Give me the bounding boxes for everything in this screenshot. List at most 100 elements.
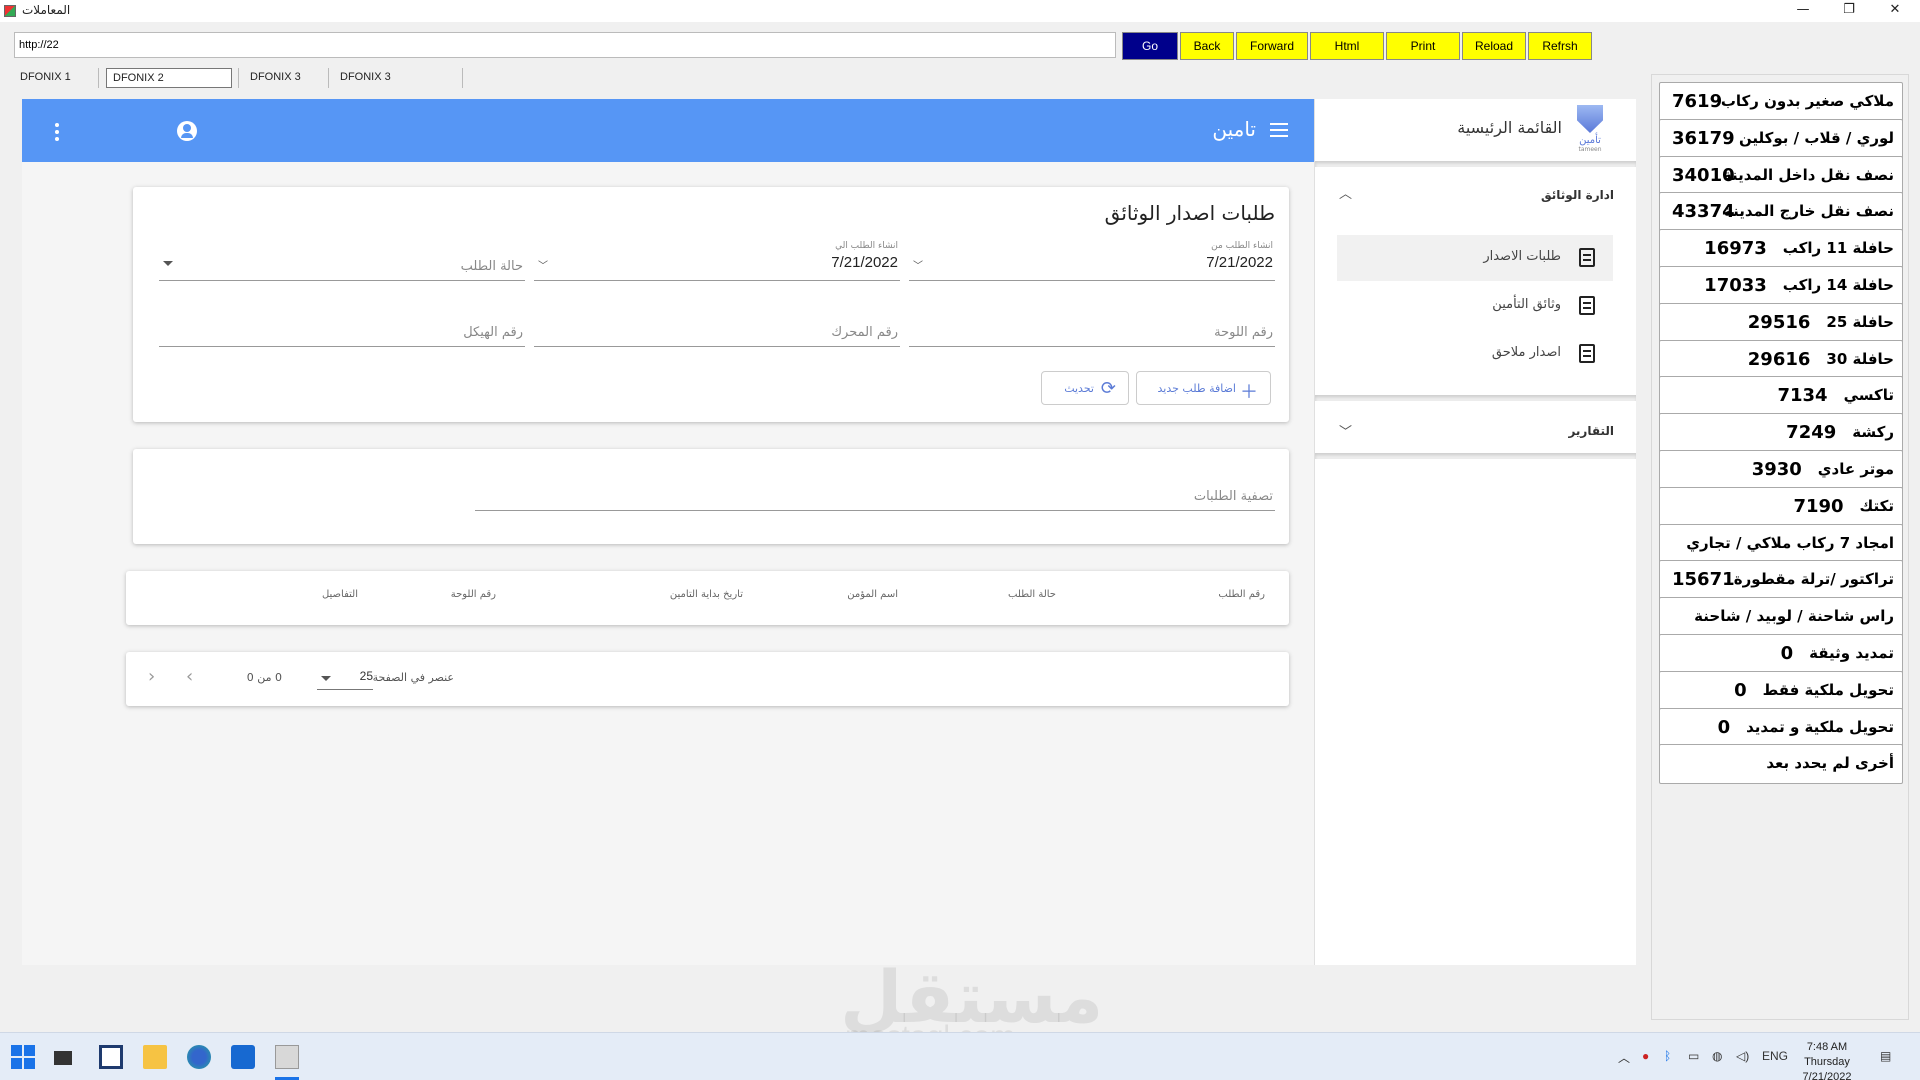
chevron-down-icon[interactable]: ﹀: [913, 257, 923, 272]
back-button[interactable]: Back: [1180, 32, 1234, 60]
vehicle-stat-row[interactable]: ملاكي صغير بدون ركاب 7619: [1659, 82, 1903, 122]
chevron-down-icon[interactable]: ﹀: [1339, 421, 1352, 440]
store-icon[interactable]: [231, 1045, 255, 1069]
nav-item-label: طلبات الاصدار: [1483, 249, 1561, 264]
print-button[interactable]: Print: [1386, 32, 1460, 60]
network-icon[interactable]: ◍: [1712, 1049, 1722, 1063]
date-from-field[interactable]: انشاء الطلب من 7/21/2022 ﹀: [909, 241, 1275, 281]
vehicle-stat-row[interactable]: حافلة 11 راكب 16973: [1659, 229, 1903, 270]
chassis-number-placeholder: رقم الهيكل: [463, 325, 523, 340]
file-explorer-icon[interactable]: [143, 1045, 167, 1069]
engine-number-input[interactable]: رقم المحرك: [534, 307, 900, 347]
search-icon[interactable]: [54, 1051, 72, 1065]
vehicle-stat-row[interactable]: حافلة 25 29516: [1659, 302, 1903, 343]
nav-item-endorsements[interactable]: اصدار ملاحق: [1337, 331, 1613, 377]
chevron-up-icon[interactable]: ︿: [1618, 1049, 1630, 1066]
vehicle-stat-row[interactable]: نصف نقل خارج المدينة 43374: [1659, 192, 1903, 233]
vehicle-stat-row[interactable]: راس شاحنة / لوبيد / شاحنة: [1659, 597, 1903, 638]
nav-item-issue-requests[interactable]: طلبات الاصدار: [1337, 235, 1613, 281]
url-input[interactable]: [14, 32, 1116, 58]
go-button[interactable]: Go: [1122, 32, 1178, 60]
tab-dfonix-1[interactable]: DFONIX 1: [14, 68, 98, 88]
forward-button[interactable]: Forward: [1236, 32, 1308, 60]
column-insurance-start-date[interactable]: تاريخ بداية التامين: [670, 589, 743, 600]
volume-icon[interactable]: ◁): [1736, 1049, 1749, 1063]
add-request-button[interactable]: ＋ اضافة طلب جديد: [1136, 371, 1271, 405]
html-button[interactable]: Html: [1310, 32, 1384, 60]
vehicle-stat-label: حافلة 30: [1826, 349, 1894, 368]
column-insured-name[interactable]: اسم المؤمن: [847, 589, 898, 600]
antivirus-icon[interactable]: ●: [1642, 1049, 1649, 1063]
clock[interactable]: 7:48 AM Thursday 7/21/2022: [1772, 1040, 1882, 1080]
date-to-field[interactable]: انشاء الطلب الي 7/21/2022 ﹀: [534, 241, 900, 281]
chassis-number-input[interactable]: رقم الهيكل: [159, 307, 525, 347]
vehicle-stat-row[interactable]: حافلة 14 راكب 17033: [1659, 266, 1903, 306]
section-reports[interactable]: التقارير: [1568, 424, 1614, 438]
tab-separator: [462, 68, 463, 88]
chevron-up-icon[interactable]: ︿: [1339, 183, 1352, 202]
status-select[interactable]: حالة الطلب: [159, 241, 525, 281]
vehicle-stat-row[interactable]: تكتك 7190: [1659, 486, 1903, 527]
column-plate-number[interactable]: رقم اللوحة: [451, 589, 496, 600]
vehicle-stat-count: 0: [1734, 679, 1747, 701]
column-details[interactable]: التفاصيل: [322, 589, 358, 600]
per-page-select[interactable]: 25: [317, 668, 373, 690]
previous-page-icon[interactable]: ‹: [148, 666, 155, 687]
vehicle-stat-count: 7190: [1793, 495, 1844, 517]
column-request-number[interactable]: رقم الطلب: [1218, 589, 1265, 600]
refresh-button[interactable]: Refrsh: [1528, 32, 1592, 60]
vehicle-stat-count: 29616: [1747, 348, 1811, 370]
vehicle-stat-row[interactable]: حافلة 30 29616: [1659, 339, 1903, 380]
refresh-list-button[interactable]: ⟳ تحديث: [1041, 371, 1129, 405]
task-view-icon[interactable]: [99, 1045, 123, 1069]
dropdown-arrow-icon[interactable]: [163, 261, 173, 266]
chevron-down-icon[interactable]: ﹀: [538, 257, 548, 272]
plate-number-input[interactable]: رقم اللوحة: [909, 307, 1275, 347]
vehicle-stat-count: 7249: [1786, 422, 1837, 444]
document-list-icon: [1579, 296, 1595, 315]
vehicle-stat-row[interactable]: تاكسي 7134: [1659, 376, 1903, 417]
tab-dfonix-3[interactable]: DFONIX 3: [244, 68, 328, 88]
app-header: تامين: [22, 99, 1314, 162]
vehicle-stat-row[interactable]: تمديد وثيقة 0: [1659, 634, 1903, 674]
vehicle-stat-row[interactable]: لوري / قلاب / بوكلين 36179: [1659, 118, 1903, 159]
filter-input[interactable]: تصفية الطلبات: [475, 471, 1275, 511]
vehicle-stat-row[interactable]: أخرى لم يحدد بعد: [1659, 744, 1903, 785]
notification-icon[interactable]: ▤: [1880, 1049, 1891, 1063]
vehicle-stat-row[interactable]: تحويل ملكية و تمديد 0: [1659, 707, 1903, 748]
minimize-button[interactable]: —: [1780, 0, 1826, 22]
battery-icon[interactable]: ▭: [1688, 1049, 1699, 1063]
app-taskbar-icon[interactable]: [275, 1045, 299, 1069]
account-icon[interactable]: [177, 121, 197, 141]
bluetooth-icon[interactable]: ᛒ: [1664, 1049, 1671, 1063]
vehicle-stat-row[interactable]: امجاد 7 ركاب ملاكي / تجاري: [1659, 523, 1903, 564]
vehicle-stat-count: 3930: [1751, 459, 1802, 480]
app-header-title: تامين: [1212, 117, 1256, 141]
side-divider: [1315, 453, 1636, 459]
vehicle-stat-row[interactable]: تحويل ملكية فقط 0: [1659, 670, 1903, 711]
windows-start-icon[interactable]: [11, 1045, 35, 1069]
next-page-icon[interactable]: ›: [186, 666, 193, 687]
date-from-label: انشاء الطلب من: [1211, 241, 1273, 251]
vehicle-stat-row[interactable]: موتر عادي 3930: [1659, 450, 1903, 490]
section-documents[interactable]: ادارة الوثائق: [1541, 188, 1614, 202]
tab-dfonix-2[interactable]: DFONIX 2: [106, 68, 232, 88]
column-request-status[interactable]: حالة الطلب: [1008, 589, 1056, 600]
add-request-label: اضافة طلب جديد: [1157, 382, 1236, 395]
edge-browser-icon[interactable]: [187, 1045, 211, 1069]
menu-icon[interactable]: [1270, 123, 1288, 137]
tab-dfonix-3b[interactable]: DFONIX 3: [334, 68, 462, 88]
vehicle-stat-row[interactable]: ركشة 7249: [1659, 413, 1903, 454]
close-button[interactable]: ✕: [1872, 0, 1918, 22]
vehicle-stat-row[interactable]: نصف نقل داخل المدينة 34010: [1659, 155, 1903, 196]
restore-button[interactable]: ❐: [1826, 0, 1872, 22]
reload-button[interactable]: Reload: [1462, 32, 1526, 60]
date-from-value: 7/21/2022: [1206, 254, 1273, 271]
side-nav: تأمين tameen القائمة الرئيسية ادارة الوث…: [1314, 99, 1636, 965]
more-vert-icon[interactable]: [55, 123, 59, 141]
nav-item-policies[interactable]: وثائق التأمين: [1337, 283, 1613, 329]
vehicle-stat-count: 0: [1780, 643, 1794, 664]
logo-text: تأمين: [1579, 135, 1601, 146]
vehicle-stat-row[interactable]: تراكتور /ترلة مقطورة 15671: [1659, 560, 1903, 601]
clock-time: 7:48 AM: [1806, 1041, 1848, 1053]
